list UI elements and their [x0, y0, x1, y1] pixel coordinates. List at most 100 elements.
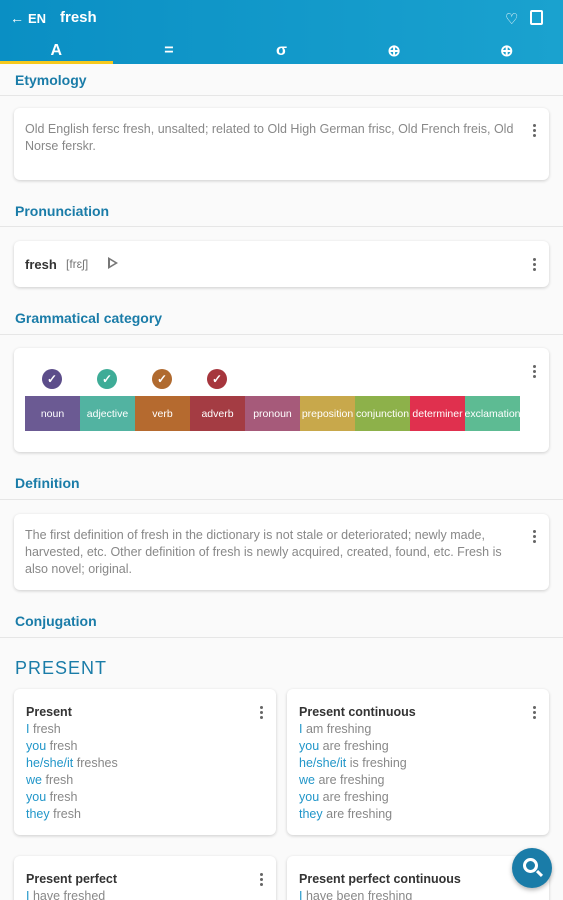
more-options-icon[interactable] [533, 365, 537, 378]
verb-form: fresh [53, 807, 81, 821]
play-icon[interactable] [108, 257, 118, 269]
pronoun: he/she/it [299, 756, 347, 770]
verb-form: are freshing [322, 739, 389, 753]
verb-form: are freshing [326, 807, 393, 821]
verb-form: fresh [32, 722, 61, 736]
conjugation-card-present: Present I fresh you fresh he/she/it fres… [14, 689, 276, 835]
conjugation-card-present-perfect: Present perfect I have freshed [14, 856, 276, 900]
conjugation-line: you are freshing [299, 739, 389, 753]
category-determiner[interactable]: determiner [410, 396, 465, 431]
verb-form: is freshing [349, 756, 407, 770]
definition-heading: Definition [15, 475, 80, 491]
zoom-icon: ⊕ [499, 43, 514, 60]
sigma-icon: σ [276, 42, 287, 59]
conjugation-line: they fresh [26, 807, 81, 821]
verb-form: have been freshing [305, 889, 413, 900]
verb-form: are freshing [318, 773, 385, 787]
grammatical-category-heading: Grammatical category [15, 310, 163, 326]
category-preposition[interactable]: preposition [300, 396, 355, 431]
check-icon: ✓ [152, 369, 172, 389]
conjugation-line: he/she/it is freshing [299, 756, 407, 770]
verb-form: fresh [45, 773, 74, 787]
etymology-text: Old English fersc fresh, unsalted; relat… [25, 122, 514, 153]
letter-a-icon: A [50, 42, 63, 59]
conjugation-line: I have been freshing [299, 889, 412, 900]
divider [0, 95, 563, 96]
app-bar: ← EN fresh ♡ A = σ ⊕ ⊕ [0, 0, 563, 64]
pronoun: they [26, 807, 50, 821]
definition-text: The first definition of fresh in the dic… [25, 528, 502, 576]
tab-sigma[interactable]: σ [225, 38, 338, 64]
tab-synonyms[interactable]: = [113, 38, 226, 64]
etymology-card: Old English fersc fresh, unsalted; relat… [14, 108, 549, 180]
pronunciation-ipa: [frɛʃ] [66, 257, 89, 271]
verb-form: fresh [49, 790, 78, 804]
category-adverb[interactable]: adverb [190, 396, 245, 431]
category-verb[interactable]: verb [135, 396, 190, 431]
divider [0, 499, 563, 500]
divider [0, 226, 563, 227]
check-icon: ✓ [207, 369, 227, 389]
pronoun: you [26, 739, 47, 753]
conjugation-title: Present perfect [26, 872, 118, 886]
conjugation-line: he/she/it freshes [26, 756, 118, 770]
page-title: fresh [60, 9, 97, 26]
tab-meaning[interactable]: A [0, 38, 113, 64]
tab-bar: A = σ ⊕ ⊕ [0, 38, 563, 64]
conjugation-line: you fresh [26, 739, 77, 753]
pronoun: you [299, 739, 320, 753]
back-arrow-icon[interactable]: ← [10, 10, 24, 26]
pronoun: you [299, 790, 320, 804]
conjugation-card-present-continuous: Present continuous I am freshing you are… [287, 689, 549, 835]
more-options-icon[interactable] [260, 706, 264, 719]
pronoun: I [26, 722, 30, 736]
category-conjunction[interactable]: conjunction [355, 396, 410, 431]
more-options-icon[interactable] [533, 706, 537, 719]
verb-form: have freshed [32, 889, 106, 900]
conjugation-title: Present continuous [299, 705, 416, 719]
conjugation-line: you are freshing [299, 790, 389, 804]
category-strip: noun adjective verb adverb pronoun prepo… [25, 396, 520, 431]
pronoun: he/she/it [26, 756, 74, 770]
pronoun: we [299, 773, 315, 787]
conjugation-line: I have freshed [26, 889, 105, 900]
pronoun: I [299, 889, 303, 900]
category-pronoun[interactable]: pronoun [245, 396, 300, 431]
conjugation-line: we fresh [26, 773, 73, 787]
conjugation-title: Present [26, 705, 72, 719]
bookmark-icon[interactable] [530, 10, 543, 25]
conjugation-line: we are freshing [299, 773, 384, 787]
verb-form: am freshing [305, 722, 372, 736]
heart-icon[interactable]: ♡ [505, 10, 518, 28]
category-noun[interactable]: noun [25, 396, 80, 431]
tense-heading: PRESENT [15, 658, 108, 678]
pronoun: you [26, 790, 47, 804]
verb-form: freshes [76, 756, 118, 770]
conjugation-line: they are freshing [299, 807, 392, 821]
pronoun: they [299, 807, 323, 821]
divider [0, 334, 563, 335]
check-icon: ✓ [42, 369, 62, 389]
search-fab-button[interactable] [512, 848, 552, 888]
pronoun: we [26, 773, 42, 787]
etymology-heading: Etymology [15, 72, 87, 88]
definition-card: The first definition of fresh in the dic… [14, 514, 549, 590]
conjugation-heading: Conjugation [15, 613, 97, 629]
conjugation-line: I am freshing [299, 722, 371, 736]
verb-form: fresh [49, 739, 78, 753]
category-adjective[interactable]: adjective [80, 396, 135, 431]
tab-search[interactable]: ⊕ [450, 38, 563, 64]
divider [0, 637, 563, 638]
verb-form: are freshing [322, 790, 389, 804]
conjugation-line: you fresh [26, 790, 77, 804]
language-label[interactable]: EN [28, 11, 46, 26]
plus-circle-icon: ⊕ [387, 43, 401, 60]
tab-more[interactable]: ⊕ [338, 38, 451, 64]
more-options-icon[interactable] [533, 530, 537, 543]
pronunciation-heading: Pronunciation [15, 203, 110, 219]
conjugation-title: Present perfect continuous [299, 872, 461, 886]
more-options-icon[interactable] [533, 258, 537, 271]
more-options-icon[interactable] [533, 124, 537, 137]
more-options-icon[interactable] [260, 873, 264, 886]
category-exclamation[interactable]: exclamation [465, 396, 520, 431]
